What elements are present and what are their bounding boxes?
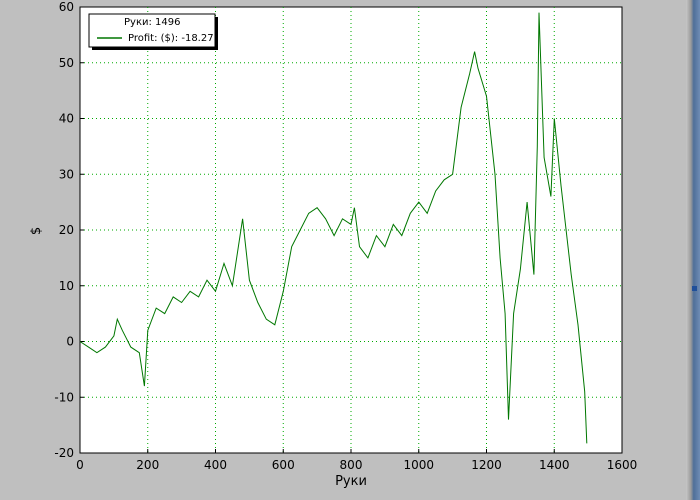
y-tick-label: 20 [59,223,74,237]
profit-chart: 0 200 400 600 800 1000 1200 1400 1600 -20 -10 0 10 20… [29,0,638,489]
x-axis-label: Руки [335,474,367,489]
x-tick-label: 200 [136,458,159,472]
x-tick-label: 1200 [471,458,502,472]
window-edge [686,0,700,500]
y-tick-label: 60 [59,0,74,14]
x-tick-label: 1000 [403,458,434,472]
x-tick-label: 1600 [607,458,638,472]
y-tick-label: 10 [59,279,74,293]
y-axis-label: $ [29,227,44,235]
legend-box: Руки: 1496 Profit: ($): -18.27 [88,13,218,50]
window-edge-marker [692,286,697,291]
x-tick-label: 0 [76,458,84,472]
legend-title: Руки: 1496 [124,17,180,28]
y-tick-label: 50 [59,56,74,70]
x-tick-label: 800 [340,458,363,472]
y-tick-label: 30 [59,167,74,181]
y-tick-label: -20 [54,446,74,460]
y-tick-label: -10 [54,390,74,404]
x-tick-label: 400 [204,458,227,472]
chart-window: 0 200 400 600 800 1000 1200 1400 1600 -20 -10 0 10 20… [0,0,700,500]
x-tick-label: 600 [272,458,295,472]
x-tick-label: 1400 [539,458,570,472]
y-tick-label: 40 [59,112,74,126]
y-tick-label: 0 [66,335,74,349]
legend-series-label: Profit: ($): -18.27 [128,33,214,44]
